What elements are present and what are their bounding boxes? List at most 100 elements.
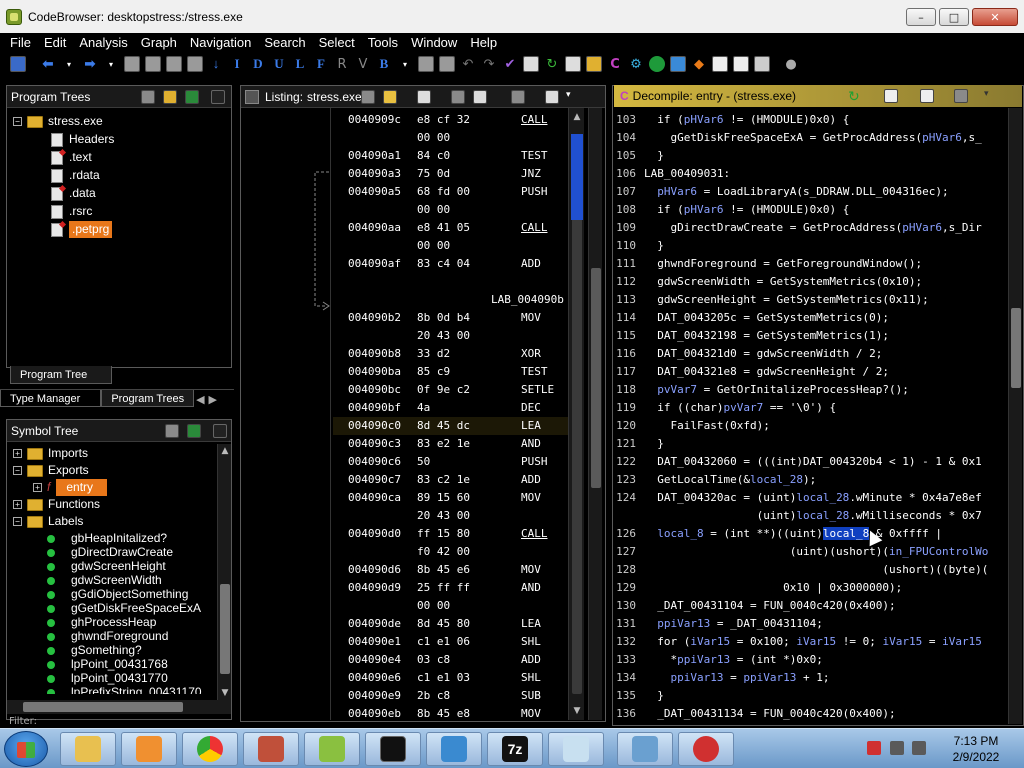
listing-row[interactable]: 004090d6 8b 45 e6 MOV	[333, 561, 583, 579]
menu-tools[interactable]: Tools	[362, 35, 405, 50]
decompile-line[interactable]: 126 local_8 = (int **)((uint)local_8 & 0…	[614, 525, 1008, 543]
minimize-button[interactable]: –	[906, 8, 936, 26]
taskbar-ida[interactable]	[678, 732, 734, 766]
dropdown-icon[interactable]: ▾	[103, 56, 119, 72]
menu-window[interactable]: Window	[405, 35, 464, 50]
collapse-icon[interactable]: −	[13, 117, 22, 126]
listing-row[interactable]: 00 00	[333, 597, 583, 615]
tray-network-icon[interactable]	[890, 741, 904, 755]
menu-help[interactable]: Help	[464, 35, 504, 50]
decompile-line[interactable]: 109 gDirectDrawCreate = GetProcAddress(p…	[614, 219, 1008, 237]
listing-row[interactable]: 004090e1 c1 e1 06 SHL	[333, 633, 583, 651]
select-icon[interactable]	[439, 56, 455, 72]
call-tree-icon[interactable]: ⚙	[628, 56, 644, 72]
nav-next-data-icon[interactable]	[145, 56, 161, 72]
tree-item-rsrc[interactable]: .rsrc	[51, 203, 92, 220]
symbol-tree-scrollbar[interactable]: ▲ ▼	[217, 444, 231, 700]
scroll-up-icon[interactable]: ▲	[218, 444, 232, 458]
menu-select[interactable]: Select	[313, 35, 362, 50]
decompile-line[interactable]: 118 pvVar7 = GetOrInitalizeProcessHeap?(…	[614, 381, 1008, 399]
menu-analysis[interactable]: Analysis	[73, 35, 134, 50]
decompile-line[interactable]: 127 (uint)(ushort)(in_FPUControlWo	[614, 543, 1008, 561]
decompile-line[interactable]: 103 if (pHVar6 != (HMODULE)0x0) {	[614, 111, 1008, 129]
listing-row[interactable]: 20 43 00	[333, 327, 583, 345]
taskbar-notes[interactable]	[548, 732, 604, 766]
tree-item-headers[interactable]: Headers	[51, 131, 114, 148]
diamond-icon[interactable]: ◆	[691, 56, 707, 72]
close-button[interactable]: ✕	[972, 8, 1018, 26]
listing-row[interactable]: f0 42 00	[333, 543, 583, 561]
listing-row[interactable]: 004090c7 83 c2 1e ADD	[333, 471, 583, 489]
decompile-line[interactable]: 117 DAT_004321e8 = gdwScreenHeight / 2;	[614, 363, 1008, 381]
listing-row[interactable]: 004090e4 03 c8 ADD	[333, 651, 583, 669]
listing-row[interactable]: 004090de 8d 45 80 LEA	[333, 615, 583, 633]
listing-row[interactable]: 004090e6 c1 e1 03 SHL	[333, 669, 583, 687]
clear-code-icon[interactable]	[418, 56, 434, 72]
tree-item-petprg[interactable]: .petprg	[51, 221, 113, 238]
navigation-icon[interactable]	[165, 424, 179, 438]
listing-row[interactable]: 20 43 00	[333, 507, 583, 525]
snapshot-icon[interactable]	[954, 89, 968, 103]
decompile-line[interactable]: 129 0x10 | 0x3000000);	[614, 579, 1008, 597]
listing-row[interactable]: 00 00	[333, 129, 583, 147]
menu-graph[interactable]: Graph	[135, 35, 184, 50]
taskbar-7z[interactable]: 7z	[487, 732, 543, 766]
nav-prev-data-icon[interactable]	[124, 56, 140, 72]
cursor-tool-icon[interactable]	[417, 90, 431, 104]
decompile-line[interactable]: 133 *ppiVar13 = (int *)0x0;	[614, 651, 1008, 669]
tray-clock[interactable]: 7:13 PM 2/9/2022	[934, 733, 1018, 765]
decompile-line[interactable]: 132 for (iVar15 = 0x100; iVar15 != 0; iV…	[614, 633, 1008, 651]
tray-volume-icon[interactable]	[912, 741, 926, 755]
decompile-line[interactable]: 108 if (pHVar6 != (HMODULE)0x0) {	[614, 201, 1008, 219]
decompile-line[interactable]: 131 ppiVar13 = _DAT_00431104;	[614, 615, 1008, 633]
copy-icon[interactable]	[361, 90, 375, 104]
function-graph-icon[interactable]	[523, 56, 539, 72]
refresh-symbols-icon[interactable]	[187, 424, 201, 438]
dropdown-icon[interactable]: ▾	[61, 56, 77, 72]
decompile-line[interactable]: 107 pHVar6 = LoadLibraryA(s_DDRAW.DLL_00…	[614, 183, 1008, 201]
maximize-button[interactable]: □	[939, 8, 969, 26]
decompile-code-view[interactable]: 103 if (pHVar6 != (HMODULE)0x0) {104 gGe…	[614, 108, 1008, 724]
open-tree-icon[interactable]	[141, 90, 155, 104]
symbol-node-entry[interactable]: + f entry	[33, 479, 108, 496]
down-arrow-icon[interactable]: ↓	[208, 56, 224, 72]
tree-node-root[interactable]: − stress.exe	[13, 113, 103, 130]
tree-item-data[interactable]: .data	[51, 185, 96, 202]
decompile-line[interactable]: 111 ghwndForeground = GetForegroundWindo…	[614, 255, 1008, 273]
taskbar-media[interactable]	[121, 732, 177, 766]
columns-icon[interactable]	[545, 90, 559, 104]
listing-overview-bar[interactable]	[588, 108, 602, 720]
taskbar-cmd[interactable]	[365, 732, 421, 766]
toolbar-b-button[interactable]: B	[376, 56, 392, 72]
decompile-line[interactable]: 128 (ushort)((byte)(	[614, 561, 1008, 579]
decompile-line[interactable]: 116 DAT_004321d0 = gdwScreenWidth / 2;	[614, 345, 1008, 363]
listing-row[interactable]: 004090c6 50 PUSH	[333, 453, 583, 471]
scroll-thumb[interactable]	[220, 584, 230, 674]
toolbar-r-button[interactable]: R	[334, 56, 350, 72]
decompile-line[interactable]: 115 DAT_00432198 = GetSystemMetrics(1);	[614, 327, 1008, 345]
scroll-thumb[interactable]	[23, 702, 183, 712]
decompile-line[interactable]: 130 _DAT_00431104 = FUN_0040c420(0x400);	[614, 597, 1008, 615]
toolbar-f-button[interactable]: F	[313, 56, 329, 72]
decompile-line[interactable]: 110 }	[614, 237, 1008, 255]
checkmark-icon[interactable]: ✔	[502, 56, 518, 72]
save-icon[interactable]	[10, 56, 26, 72]
decompile-line[interactable]: 113 gdwScreenHeight = GetSystemMetrics(0…	[614, 291, 1008, 309]
tab-program-tree[interactable]: Program Tree	[10, 366, 113, 384]
listing-row[interactable]: 00 00	[333, 237, 583, 255]
scroll-down-icon[interactable]: ▼	[570, 704, 584, 718]
dropdown-icon[interactable]: ▾	[397, 56, 413, 72]
listing-row[interactable]: 004090ba 85 c9 TEST	[333, 363, 583, 381]
snapshot-icon[interactable]	[511, 90, 525, 104]
taskbar-network[interactable]	[426, 732, 482, 766]
tab-program-trees[interactable]: Program Trees	[101, 390, 195, 407]
listing-row[interactable]: 004090af 83 c4 04 ADD	[333, 255, 583, 273]
decompile-c-icon[interactable]: C	[607, 56, 623, 72]
listing-row[interactable]: 004090aa e8 41 05 CALL	[333, 219, 583, 237]
symbol-tree-hscroll[interactable]	[7, 700, 231, 714]
menu-search[interactable]: Search	[258, 35, 312, 50]
listing-row[interactable]: 004090b2 8b 0d b4 MOV	[333, 309, 583, 327]
listing-row[interactable]: 004090c0 8d 45 dc LEA	[333, 417, 583, 435]
symbol-node-exports[interactable]: − Exports	[13, 462, 89, 479]
listing-row[interactable]: 004090d9 25 ff ff AND	[333, 579, 583, 597]
